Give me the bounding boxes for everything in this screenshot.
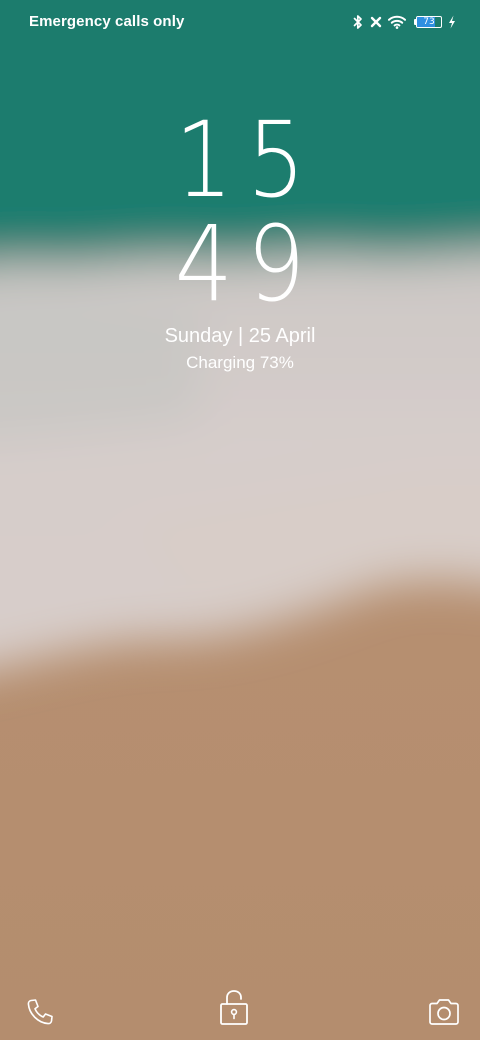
- bluetooth-icon: [353, 15, 362, 29]
- lockscreen-date: Sunday | 25 April: [164, 325, 316, 347]
- phone-icon: [27, 999, 53, 1025]
- phone-shortcut-button[interactable]: [20, 992, 60, 1032]
- unlock-icon: [220, 990, 248, 1025]
- carrier-status-text: Emergency calls only: [29, 13, 185, 30]
- unlock-button[interactable]: [214, 988, 254, 1028]
- battery-icon: 73: [414, 16, 444, 28]
- no-sim-icon: [370, 16, 382, 28]
- camera-shortcut-button[interactable]: [424, 992, 464, 1032]
- camera-icon: [429, 999, 459, 1025]
- battery-level-text: 73: [423, 17, 435, 27]
- status-icons: 73: [346, 12, 456, 32]
- lockscreen-clock: 15 49: [0, 108, 480, 316]
- wifi-icon: [388, 15, 406, 29]
- status-bar: Emergency calls only 73: [0, 0, 480, 44]
- charging-status-text: Charging 73%: [186, 353, 294, 372]
- clock-minutes: 49: [174, 203, 320, 325]
- charging-bolt-icon: [449, 15, 455, 29]
- clock-hours: 15: [174, 99, 320, 221]
